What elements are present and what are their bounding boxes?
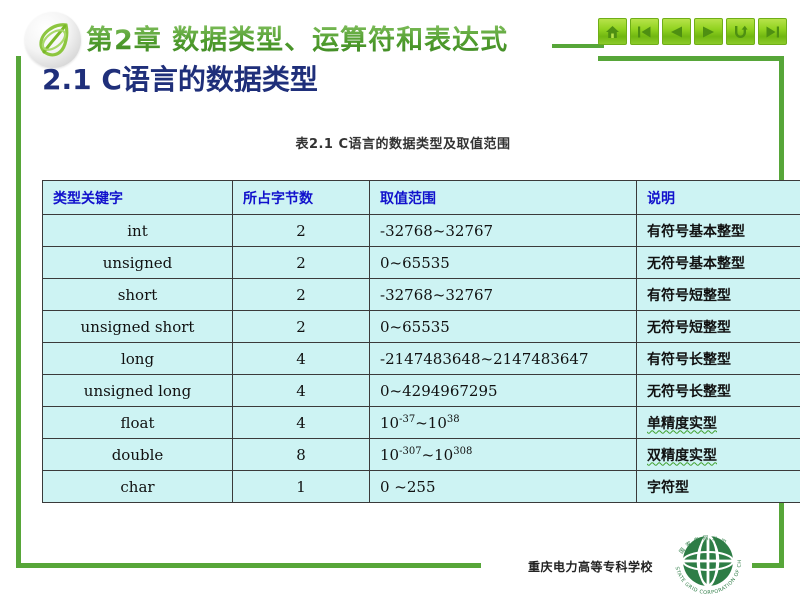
cell-bytes: 1	[232, 470, 370, 503]
page-title: 第2章 数据类型、运算符和表达式	[86, 18, 508, 57]
description-text: 有符号长整型	[647, 351, 731, 368]
first-slide-icon[interactable]	[630, 18, 659, 45]
cell-range: -2147483648~2147483647	[369, 342, 637, 375]
spellcheck-underlined-text: 单精度实型	[647, 415, 717, 432]
description-text: 有符号短整型	[647, 287, 731, 304]
cell-description: 无符号短整型	[636, 310, 800, 343]
cell-type: double	[42, 438, 233, 471]
cell-bytes: 2	[232, 278, 370, 311]
cell-type: unsigned short	[42, 310, 233, 343]
table-row: double 8 10-307~10308 双精度实型	[42, 438, 800, 471]
cell-bytes: 8	[232, 438, 370, 471]
slide-canvas: 第2章 数据类型、运算符和表达式 2.1 C语言的数据类型 表2.1 C语言的数…	[0, 0, 800, 600]
next-slide-icon[interactable]	[694, 18, 723, 45]
table-row: float 4 10-37~1038 单精度实型	[42, 406, 800, 439]
frame-border-bottom	[16, 563, 481, 568]
table-row: long 4 -2147483648~2147483647 有符号长整型	[42, 342, 800, 375]
description-text: 有符号基本整型	[647, 223, 745, 240]
spellcheck-underlined-text: 双精度实型	[647, 447, 717, 464]
last-slide-icon[interactable]	[758, 18, 787, 45]
table-row: unsigned long 4 0~4294967295 无符号长整型	[42, 374, 800, 407]
cell-type: float	[42, 406, 233, 439]
cell-bytes: 2	[232, 246, 370, 279]
home-icon[interactable]	[598, 18, 627, 45]
cell-range: 0~65535	[369, 310, 637, 343]
previous-slide-icon[interactable]	[662, 18, 691, 45]
title-underline-rule	[552, 44, 604, 48]
cell-description: 无符号长整型	[636, 374, 800, 407]
data-types-table-container: 类型关键字 所占字节数 取值范围 说明 int 2 -32768~32767 有符号基…	[42, 180, 800, 503]
table-caption: 表2.1 C语言的数据类型及取值范围	[295, 137, 511, 152]
table-header-row: 类型关键字 所占字节数 取值范围 说明	[42, 180, 800, 215]
cell-type: int	[42, 214, 233, 247]
cell-bytes: 4	[232, 342, 370, 375]
cell-bytes: 4	[232, 406, 370, 439]
state-grid-logo: 国 家 电 网 公 司 STATE GRID CORPORATION OF CH…	[668, 521, 743, 596]
column-header-type: 类型关键字	[42, 180, 233, 215]
cell-description: 字符型	[636, 470, 800, 503]
cell-bytes: 2	[232, 214, 370, 247]
leaf-icon	[39, 23, 69, 57]
cell-description: 有符号基本整型	[636, 214, 800, 247]
column-header-desc: 说明	[636, 180, 800, 215]
cell-description: 有符号短整型	[636, 278, 800, 311]
table-row: short 2 -32768~32767 有符号短整型	[42, 278, 800, 311]
table-row: int 2 -32768~32767 有符号基本整型	[42, 214, 800, 247]
cell-description: 单精度实型	[636, 406, 800, 439]
cell-range: 0~65535	[369, 246, 637, 279]
cell-type: char	[42, 470, 233, 503]
data-types-table: 类型关键字 所占字节数 取值范围 说明 int 2 -32768~32767 有符号基…	[42, 180, 800, 503]
cell-range: 0 ~255	[369, 470, 637, 503]
cell-type: short	[42, 278, 233, 311]
table-row: char 1 0 ~255 字符型	[42, 470, 800, 503]
cell-description: 有符号长整型	[636, 342, 800, 375]
cell-description: 双精度实型	[636, 438, 800, 471]
cell-type: unsigned long	[42, 374, 233, 407]
table-body: int 2 -32768~32767 有符号基本整型 unsigned 2 0~65535 无…	[42, 214, 800, 503]
cell-description: 无符号基本整型	[636, 246, 800, 279]
table-row: unsigned short 2 0~65535 无符号短整型	[42, 310, 800, 343]
description-text: 无符号短整型	[647, 319, 731, 336]
cell-range: 0~4294967295	[369, 374, 637, 407]
cell-type: long	[42, 342, 233, 375]
column-header-range: 取值范围	[369, 180, 637, 215]
cell-range: 10-37~1038	[369, 406, 637, 439]
return-icon[interactable]	[726, 18, 755, 45]
cell-bytes: 4	[232, 374, 370, 407]
cell-range: -32768~32767	[369, 214, 637, 247]
description-text: 字符型	[647, 479, 689, 496]
slide-navigation-bar[interactable]	[598, 18, 787, 45]
cell-type: unsigned	[42, 246, 233, 279]
cell-range: 10-307~10308	[369, 438, 637, 471]
description-text: 无符号基本整型	[647, 255, 745, 272]
cell-bytes: 2	[232, 310, 370, 343]
footer-school-name: 重庆电力高等专科学校	[528, 560, 654, 574]
section-heading: 2.1 C语言的数据类型	[42, 63, 318, 96]
column-header-bytes: 所占字节数	[232, 180, 370, 215]
frame-border-top-right	[598, 56, 784, 61]
table-header-row-group: 类型关键字 所占字节数 取值范围 说明	[42, 180, 800, 215]
description-text: 无符号长整型	[647, 383, 731, 400]
table-row: unsigned 2 0~65535 无符号基本整型	[42, 246, 800, 279]
cell-range: -32768~32767	[369, 278, 637, 311]
